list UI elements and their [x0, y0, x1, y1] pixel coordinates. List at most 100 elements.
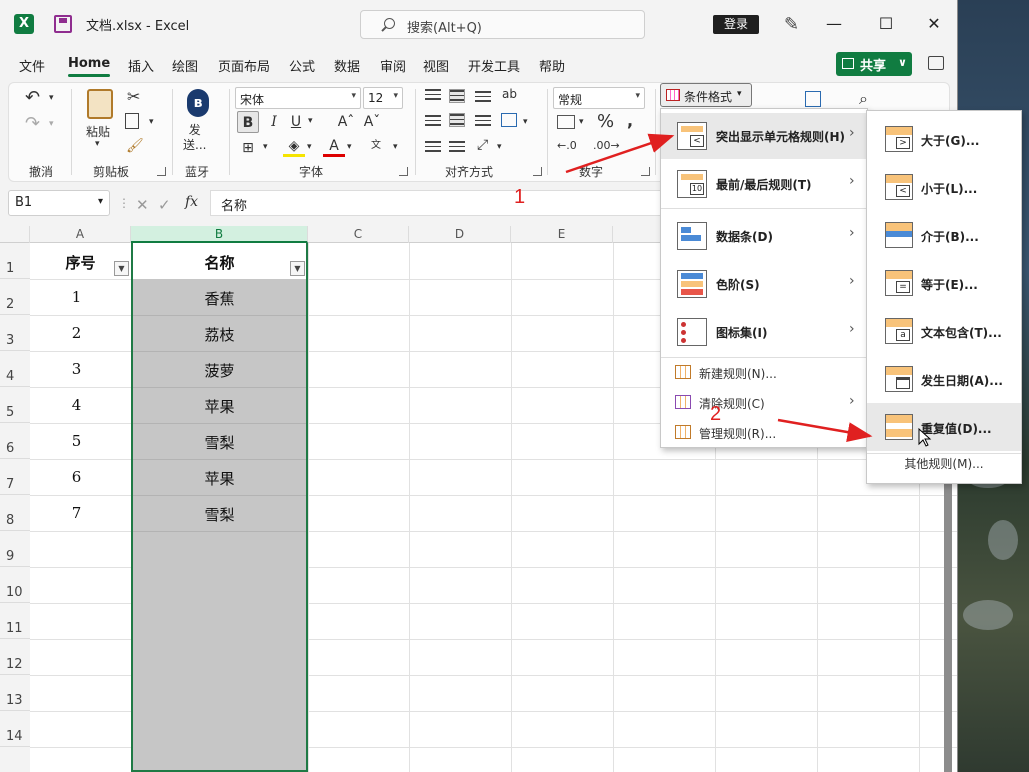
- row-header[interactable]: 8: [0, 495, 30, 531]
- submenu-item-less-than[interactable]: < 小于(L)...: [867, 163, 1021, 211]
- tab-insert[interactable]: 插入: [128, 56, 154, 75]
- conditional-format-button[interactable]: 条件格式 ▾: [660, 83, 752, 107]
- cell-name[interactable]: 雪梨: [131, 504, 308, 525]
- submenu-item-equal-to[interactable]: = 等于(E)...: [867, 259, 1021, 307]
- submenu-item-date-occurring[interactable]: 发生日期(A)...: [867, 355, 1021, 403]
- font-size-select[interactable]: 12 ▾: [363, 87, 403, 109]
- menu-item-new-rule[interactable]: 新建规则(N)...: [661, 359, 867, 387]
- format-painter-icon[interactable]: 🖌: [126, 138, 144, 154]
- menu-item-highlight-rules[interactable]: < 突出显示单元格规则(H) ›: [661, 113, 867, 159]
- chevron-down-icon[interactable]: ▾: [49, 119, 54, 129]
- row-header[interactable]: 5: [0, 387, 30, 423]
- cancel-icon[interactable]: ✕: [136, 196, 149, 214]
- name-box[interactable]: B1 ▾: [8, 190, 110, 216]
- share-button[interactable]: 共享 ∨: [836, 52, 912, 76]
- menu-item-clear-rules[interactable]: 清除规则(C) ›: [661, 389, 867, 417]
- align-middle-icon[interactable]: [449, 89, 465, 103]
- close-button[interactable]: ✕: [922, 12, 946, 36]
- align-bottom-icon[interactable]: [475, 91, 491, 105]
- bold-button[interactable]: B: [237, 111, 259, 133]
- row-header[interactable]: [0, 747, 30, 772]
- bluetooth-icon[interactable]: ʙ: [187, 89, 209, 117]
- phonetic-guide-icon[interactable]: 文: [365, 135, 387, 157]
- row-header[interactable]: 14: [0, 711, 30, 747]
- increase-decimal-icon[interactable]: ←.0: [557, 139, 577, 152]
- tab-review[interactable]: 审阅: [380, 56, 406, 75]
- fill-color-icon[interactable]: ◈: [283, 135, 305, 157]
- row-header[interactable]: 9: [0, 531, 30, 567]
- cell-b1[interactable]: 名称: [131, 252, 308, 273]
- borders-icon[interactable]: ⊞: [237, 137, 259, 159]
- submenu-item-other-rules[interactable]: 其他规则(M)...: [867, 455, 1021, 472]
- chevron-down-icon[interactable]: ▾: [523, 117, 528, 127]
- clipboard-launcher-icon[interactable]: [157, 167, 166, 176]
- cell-name[interactable]: 菠萝: [131, 360, 308, 381]
- align-center-icon[interactable]: [449, 113, 465, 127]
- chevron-down-icon[interactable]: ▾: [393, 142, 398, 152]
- tab-developer[interactable]: 开发工具: [468, 56, 520, 75]
- maximize-button[interactable]: ☐: [874, 12, 898, 36]
- tab-draw[interactable]: 绘图: [172, 56, 198, 75]
- send-label[interactable]: 发 送...: [183, 123, 206, 153]
- submenu-item-between[interactable]: 介于(B)...: [867, 211, 1021, 259]
- tab-help[interactable]: 帮助: [539, 56, 565, 75]
- chevron-down-icon[interactable]: ▾: [347, 142, 352, 152]
- row-header[interactable]: 12: [0, 639, 30, 675]
- cell-no[interactable]: 3: [30, 360, 123, 378]
- find-icon[interactable]: ⌕: [859, 89, 868, 109]
- row-header[interactable]: 3: [0, 315, 30, 351]
- font-launcher-icon[interactable]: [399, 167, 408, 176]
- cell-name[interactable]: 苹果: [131, 396, 308, 417]
- cell-name[interactable]: 雪梨: [131, 432, 308, 453]
- cut-icon[interactable]: ✂: [127, 87, 140, 106]
- tab-home[interactable]: Home: [68, 56, 111, 77]
- tab-view[interactable]: 视图: [423, 56, 449, 75]
- align-top-icon[interactable]: [425, 89, 441, 103]
- menu-item-manage-rules[interactable]: 管理规则(R)...: [661, 419, 867, 447]
- paste-icon[interactable]: [87, 89, 113, 119]
- decrease-indent-icon[interactable]: [425, 141, 441, 155]
- submenu-item-greater-than[interactable]: > 大于(G)...: [867, 115, 1021, 163]
- tab-page-layout[interactable]: 页面布局: [218, 56, 270, 75]
- chevron-down-icon[interactable]: ▾: [149, 117, 154, 127]
- cell-name[interactable]: 香蕉: [131, 288, 308, 309]
- decrease-decimal-icon[interactable]: .00→: [593, 139, 620, 152]
- undo-icon[interactable]: ↶: [25, 87, 40, 108]
- menu-item-icon-sets[interactable]: 图标集(I) ›: [661, 309, 867, 355]
- login-button[interactable]: 登录: [713, 15, 759, 34]
- cell-no[interactable]: 5: [30, 432, 123, 450]
- row-header[interactable]: 2: [0, 279, 30, 315]
- menu-item-data-bars[interactable]: 数据条(D) ›: [661, 213, 867, 259]
- font-color-icon[interactable]: A: [323, 135, 345, 157]
- copy-icon[interactable]: [125, 113, 139, 129]
- cell-no[interactable]: 4: [30, 396, 123, 414]
- chevron-down-icon[interactable]: ▾: [95, 139, 100, 149]
- paste-label[interactable]: 粘贴: [86, 123, 110, 140]
- row-header[interactable]: 7: [0, 459, 30, 495]
- number-format-select[interactable]: 常规 ▾: [553, 87, 645, 109]
- chevron-down-icon[interactable]: ▾: [308, 116, 313, 126]
- tab-formulas[interactable]: 公式: [289, 56, 315, 75]
- select-all-corner[interactable]: [0, 226, 30, 243]
- chevron-down-icon[interactable]: ▾: [579, 117, 584, 127]
- row-header[interactable]: 10: [0, 567, 30, 603]
- submenu-item-text-contains[interactable]: a 文本包含(T)...: [867, 307, 1021, 355]
- filter-dropdown-icon[interactable]: ▼: [114, 261, 129, 276]
- chevron-down-icon[interactable]: ▾: [307, 142, 312, 152]
- merge-center-icon[interactable]: [501, 113, 517, 127]
- chevron-down-icon[interactable]: ▾: [49, 93, 54, 103]
- filter-dropdown-icon[interactable]: ▼: [290, 261, 305, 276]
- font-name-select[interactable]: 宋体 ▾: [235, 87, 361, 109]
- submenu-item-duplicate-values[interactable]: 重复值(D)...: [867, 403, 1021, 451]
- cell-no[interactable]: 7: [30, 504, 123, 522]
- number-launcher-icon[interactable]: [641, 167, 650, 176]
- comma-style-icon[interactable]: ,: [627, 111, 633, 130]
- enter-icon[interactable]: ✓: [158, 196, 171, 214]
- cell-no[interactable]: 2: [30, 324, 123, 342]
- chevron-down-icon[interactable]: ▾: [497, 142, 502, 152]
- redo-icon[interactable]: ↷: [25, 113, 40, 134]
- minimize-button[interactable]: —: [822, 12, 846, 36]
- save-icon[interactable]: [54, 15, 72, 33]
- increase-indent-icon[interactable]: [449, 141, 465, 155]
- decrease-font-icon[interactable]: Aˇ: [361, 111, 383, 133]
